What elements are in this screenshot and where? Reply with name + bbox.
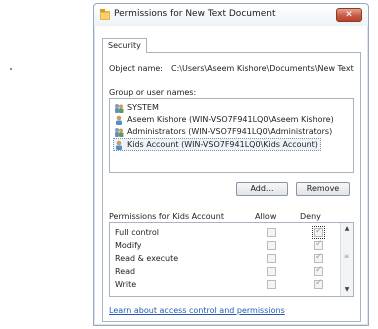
scroll-grip-icon[interactable]: ≡: [344, 254, 349, 260]
group-user-list[interactable]: SYSTEM Aseem Kishore (WIN-VSO7F941LQ0\As…: [109, 98, 354, 173]
object-name-value: C:\Users\Aseem Kishore\Documents\New Tex…: [171, 64, 356, 73]
scroll-down-icon[interactable]: ▼: [343, 286, 351, 294]
permission-name: Full control: [115, 228, 159, 237]
title-bar[interactable]: Permissions for New Text Document ✕: [94, 4, 368, 26]
deny-checkbox[interactable]: ✓: [314, 252, 323, 263]
group-icon: [115, 127, 124, 137]
permissions-label: Permissions for Kids Account: [109, 212, 224, 221]
allow-column-header: Allow: [255, 212, 277, 221]
list-item-label: Kids Account (WIN-VSO7F941LQ0\Kids Accou…: [127, 140, 318, 149]
group-icon: [115, 103, 124, 113]
deny-checkbox[interactable]: ✓: [314, 265, 323, 276]
deny-column-header: Deny: [300, 212, 321, 221]
list-item-label: Administrators (WIN-VSO7F941LQ0\Administ…: [127, 127, 333, 136]
deny-checkbox[interactable]: ✓: [314, 278, 323, 289]
scroll-up-icon[interactable]: ▲: [343, 225, 351, 233]
permissions-list: Full control ✓ Modify ✓ Read & execute ✓…: [109, 222, 354, 297]
check-icon: ✓: [315, 226, 323, 236]
permission-row-full-control: Full control ✓: [115, 226, 335, 239]
allow-checkbox[interactable]: [267, 228, 276, 237]
learn-permissions-link[interactable]: Learn about access control and permissio…: [109, 306, 285, 315]
check-icon: ✓: [315, 278, 323, 288]
list-item-kids-account[interactable]: Kids Account (WIN-VSO7F941LQ0\Kids Accou…: [113, 138, 321, 151]
allow-checkbox[interactable]: [267, 280, 276, 289]
user-icon: [116, 140, 122, 150]
permission-row-read: Read ✓: [115, 265, 335, 278]
allow-checkbox[interactable]: [267, 267, 276, 276]
list-item-aseem[interactable]: Aseem Kishore (WIN-VSO7F941LQ0\Aseem Kis…: [114, 114, 334, 125]
list-item-label: Aseem Kishore (WIN-VSO7F941LQ0\Aseem Kis…: [127, 115, 334, 124]
remove-button[interactable]: Remove: [296, 182, 350, 196]
folder-icon: [100, 9, 110, 20]
window-title: Permissions for New Text Document: [114, 9, 276, 19]
stray-dot: [10, 68, 12, 70]
check-icon: ✓: [315, 239, 323, 249]
object-name-label: Object name:: [109, 64, 163, 73]
permission-name: Modify: [115, 241, 142, 250]
allow-checkbox[interactable]: [267, 254, 276, 263]
list-item-label: SYSTEM: [127, 103, 159, 112]
permission-name: Read: [115, 267, 136, 276]
permissions-scrollbar[interactable]: ▲ ≡ ▼: [340, 223, 353, 296]
list-item-administrators[interactable]: Administrators (WIN-VSO7F941LQ0\Administ…: [114, 126, 332, 137]
group-list-label: Group or user names:: [109, 88, 197, 97]
deny-checkbox[interactable]: ✓: [312, 226, 325, 239]
allow-checkbox[interactable]: [267, 241, 276, 250]
check-icon: ✓: [315, 252, 323, 262]
permissions-dialog: Permissions for New Text Document ✕ Secu…: [93, 3, 369, 326]
close-button[interactable]: ✕: [336, 8, 362, 22]
add-button[interactable]: Add...: [236, 182, 288, 196]
permission-row-write: Write ✓: [115, 278, 335, 291]
permission-row-read-execute: Read & execute ✓: [115, 252, 335, 265]
deny-checkbox[interactable]: ✓: [314, 239, 323, 250]
permission-name: Write: [115, 280, 137, 289]
tab-security[interactable]: Security: [102, 38, 147, 53]
check-icon: ✓: [315, 265, 323, 275]
list-item-system[interactable]: SYSTEM: [114, 102, 159, 113]
security-tab-panel: Object name: C:\Users\Aseem Kishore\Docu…: [102, 52, 361, 322]
permission-row-modify: Modify ✓: [115, 239, 335, 252]
permission-name: Read & execute: [115, 254, 179, 263]
user-icon: [116, 115, 122, 125]
